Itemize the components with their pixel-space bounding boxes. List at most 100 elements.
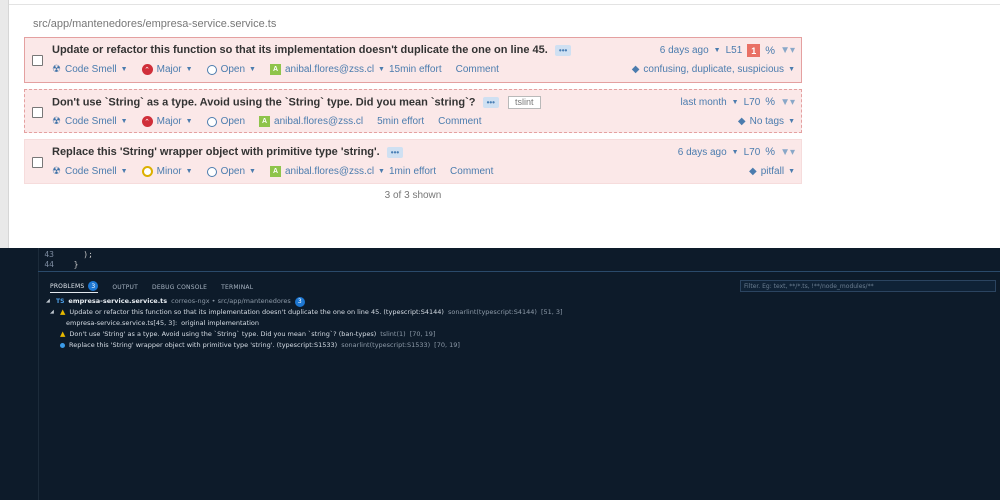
tab-terminal[interactable]: TERMINAL — [221, 281, 253, 293]
line-number[interactable]: L70 — [744, 97, 761, 108]
link-icon[interactable]: % — [765, 146, 775, 158]
code-text: ); — [64, 250, 93, 259]
issue-tags[interactable]: ◆ confusing, duplicate, suspicious ▼ — [632, 64, 795, 75]
comment-link[interactable]: Comment — [438, 116, 481, 127]
chevron-down-icon: ▼ — [788, 168, 795, 175]
minor-severity-icon — [141, 166, 153, 177]
file-name: empresa-service.service.ts — [68, 297, 168, 305]
issue-checkbox[interactable] — [32, 107, 43, 118]
chevron-down-icon: ▼ — [120, 66, 128, 73]
problem-row[interactable]: ▲ Don't use 'String' as a type. Avoid us… — [46, 329, 563, 340]
more-button[interactable]: ••• — [554, 44, 572, 56]
shown-count: 3 of 3 shown — [384, 190, 442, 201]
issue-message-text[interactable]: Replace this 'String' wrapper object wit… — [52, 146, 380, 158]
line-number[interactable]: L70 — [744, 147, 761, 158]
related-text: original implementation — [181, 319, 260, 327]
more-button[interactable]: ••• — [482, 97, 499, 108]
chevron-down-icon: ▼ — [185, 168, 193, 175]
code-line: 43 ); — [0, 250, 93, 260]
divider — [9, 4, 1000, 5]
filter-icon[interactable]: ▼▾ — [780, 147, 795, 158]
issue-tags[interactable]: ◆ No tags ▼ — [738, 116, 795, 127]
chevron-down-icon: ▼ — [120, 118, 128, 125]
problems-count-badge: 3 — [88, 281, 99, 291]
comment-link[interactable]: Comment — [450, 166, 493, 177]
tag-icon: ◆ — [749, 166, 757, 177]
chevron-down-icon: ▼ — [731, 98, 739, 106]
assignee-dropdown[interactable]: anibal.flores@zss.cl — [285, 166, 374, 177]
severity-dropdown[interactable]: Minor — [157, 166, 182, 177]
chevron-down-icon: ▼ — [731, 148, 739, 156]
severity-dropdown[interactable]: Major — [157, 64, 182, 75]
type-dropdown[interactable]: Code Smell — [65, 64, 117, 75]
type-dropdown[interactable]: Code Smell — [65, 166, 117, 177]
problem-source: sonarlint(typescript:S4144) — [447, 308, 537, 316]
issue-meta: ☢ Code Smell ▼ ⌃ Major ▼ Open A anibal.f… — [52, 116, 482, 127]
age-link[interactable]: last month — [681, 97, 727, 108]
problem-position: [51, 3] — [540, 308, 563, 316]
major-severity-icon: ⌃ — [141, 64, 153, 75]
problems-filter-input[interactable]: Filter. Eg: text, **/*.ts, !**/node_modu… — [740, 280, 996, 292]
gutter-divider — [38, 248, 39, 500]
issues-pane: src/app/mantenedores/empresa-service.ser… — [0, 0, 1000, 248]
rule-tag: tslint — [508, 96, 541, 109]
related-info-row[interactable]: empresa-service.service.ts[45, 3]: origi… — [46, 318, 563, 329]
issue-checkbox[interactable] — [32, 157, 43, 168]
locations-badge[interactable]: 1 — [747, 44, 761, 57]
link-icon[interactable]: % — [765, 45, 775, 57]
issue-message[interactable]: Don't use `String` as a type. Avoid usin… — [52, 96, 541, 109]
assignee-dropdown[interactable]: anibal.flores@zss.cl — [285, 64, 374, 75]
filter-icon[interactable]: ▼▾ — [780, 45, 795, 56]
tags-text[interactable]: confusing, duplicate, suspicious — [643, 64, 784, 75]
code-smell-icon: ☢ — [52, 116, 61, 127]
tab-debug-console[interactable]: DEBUG CONSOLE — [152, 281, 207, 293]
tab-problems[interactable]: PROBLEMS 3 — [50, 281, 99, 293]
chevron-down-icon: ▼ — [249, 66, 256, 73]
issue-card[interactable]: Update or refactor this function so that… — [24, 37, 802, 83]
severity-dropdown[interactable]: Major — [157, 116, 182, 127]
link-icon[interactable]: % — [765, 96, 775, 108]
chevron-down-icon[interactable]: ◢ — [46, 296, 52, 307]
line-number[interactable]: L51 — [726, 45, 743, 56]
info-icon — [60, 343, 65, 348]
age-link[interactable]: 6 days ago — [678, 147, 727, 158]
problem-row[interactable]: ◢ ▲ Update or refactor this function so … — [46, 307, 563, 318]
tab-label: PROBLEMS — [50, 282, 85, 290]
issue-tags[interactable]: ◆ pitfall ▼ — [749, 166, 795, 177]
editor-panel: 43 ); 44 } PROBLEMS 3 OUTPUT DEBUG CONSO… — [0, 248, 1000, 500]
line-number: 44 — [44, 260, 54, 269]
status-dropdown[interactable]: Open — [221, 64, 245, 75]
issue-card[interactable]: Don't use `String` as a type. Avoid usin… — [24, 89, 802, 133]
file-row[interactable]: ◢ TS empresa-service.service.ts correos-… — [46, 296, 563, 307]
file-path: correos-ngx • src/app/mantenedores — [171, 297, 291, 305]
typescript-icon: TS — [56, 298, 65, 305]
issue-checkbox[interactable] — [32, 55, 43, 66]
filter-icon[interactable]: ▼▾ — [780, 97, 795, 108]
comment-link[interactable]: Comment — [456, 64, 499, 75]
issue-message[interactable]: Update or refactor this function so that… — [52, 44, 572, 56]
effort-label[interactable]: 1min effort — [389, 166, 436, 177]
issue-message-text[interactable]: Update or refactor this function so that… — [52, 44, 548, 56]
problem-source: tslint(1) — [380, 330, 406, 338]
code-smell-icon: ☢ — [52, 166, 61, 177]
issue-message[interactable]: Replace this 'String' wrapper object wit… — [52, 146, 404, 158]
chevron-down-icon: ▼ — [120, 168, 128, 175]
issue-message-text[interactable]: Don't use `String` as a type. Avoid usin… — [52, 96, 476, 108]
tags-text[interactable]: No tags — [750, 116, 784, 127]
open-status-icon — [206, 64, 217, 75]
avatar: A — [259, 116, 271, 127]
issue-right-info: 6 days ago ▼ L51 1 % ▼▾ — [660, 44, 795, 57]
tab-output[interactable]: OUTPUT — [112, 281, 138, 293]
problem-row[interactable]: Replace this 'String' wrapper object wit… — [46, 340, 563, 351]
tags-text[interactable]: pitfall — [761, 166, 784, 177]
issue-card[interactable]: Replace this 'String' wrapper object wit… — [24, 139, 802, 184]
problem-message: Replace this 'String' wrapper object wit… — [69, 341, 338, 349]
status-dropdown[interactable]: Open — [221, 166, 245, 177]
type-dropdown[interactable]: Code Smell — [65, 116, 117, 127]
chevron-down-icon[interactable]: ◢ — [50, 307, 56, 318]
more-button[interactable]: ••• — [386, 146, 404, 158]
effort-label[interactable]: 15min effort — [389, 64, 442, 75]
related-file[interactable]: empresa-service.service.ts[45, 3]: — [66, 318, 177, 329]
problem-message: Update or refactor this function so that… — [69, 308, 444, 316]
age-link[interactable]: 6 days ago — [660, 45, 709, 56]
